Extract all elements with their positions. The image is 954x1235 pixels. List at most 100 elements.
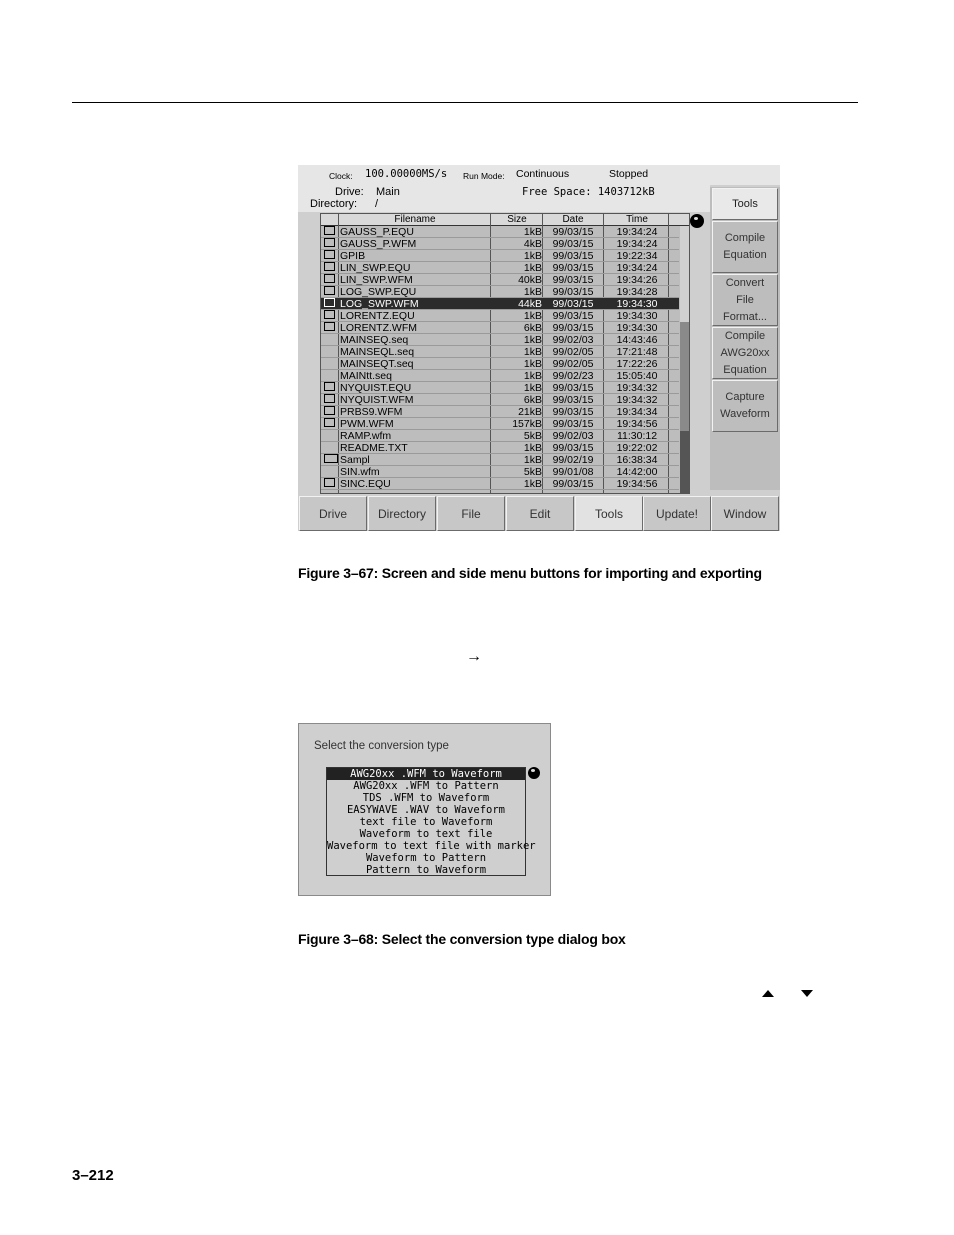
file-row[interactable]: PRBS9.WFM 21kB 99/03/15 19:34:34	[321, 406, 679, 418]
lock-icon	[324, 238, 335, 247]
file-row[interactable]: LIN_SWP.EQU 1kB 99/03/15 19:34:24	[321, 262, 679, 274]
lock-icon	[324, 226, 335, 235]
bottom-button-tools[interactable]: Tools	[575, 496, 643, 531]
file-name: PRBS9.WFM	[340, 406, 403, 418]
bottom-button-window[interactable]: Window	[711, 496, 779, 531]
file-row[interactable]: MAINSEQT.seq 1kB 99/02/05 17:22:26	[321, 358, 679, 370]
file-row[interactable]: GAUSS_P.WFM 4kB 99/03/15 19:34:24	[321, 238, 679, 250]
file-time: 17:21:48	[616, 346, 658, 358]
file-row[interactable]: NYQUIST.WFM 6kB 99/03/15 19:34:32	[321, 394, 679, 406]
file-time: 19:34:56	[616, 418, 658, 430]
file-name: MAINtt.seq	[340, 370, 392, 382]
conversion-option[interactable]: AWG20xx .WFM to Pattern	[327, 780, 525, 792]
file-row[interactable]: Sampl 1kB 99/02/19 16:38:34	[321, 454, 679, 466]
file-time: 19:34:24	[616, 262, 658, 274]
file-row[interactable]: MAINSEQ.seq 1kB 99/02/03 14:43:46	[321, 334, 679, 346]
file-time: 19:22:34	[616, 250, 658, 262]
clock-value: 100.00000MS/s	[365, 168, 448, 180]
file-name: SINC.EQU	[340, 478, 391, 490]
file-time: 11:30:12	[616, 430, 658, 442]
bottom-button-file[interactable]: File	[437, 496, 505, 531]
file-size: 1kB	[523, 454, 542, 466]
folder-icon	[324, 454, 338, 463]
file-row[interactable]: RAMP.wfm 5kB 99/02/03 11:30:12	[321, 430, 679, 442]
bottom-menu: Drive Directory File Edit Tools Update! Window	[298, 496, 780, 531]
file-name: README.TXT	[340, 442, 408, 454]
header-rule	[72, 102, 858, 103]
conversion-option[interactable]: text file to Waveform	[327, 816, 525, 828]
file-date: 99/03/15	[552, 310, 594, 322]
file-date: 99/02/03	[552, 430, 594, 442]
file-row[interactable]: MAINSEQL.seq 1kB 99/02/05 17:21:48	[321, 346, 679, 358]
side-button-convert-file-format[interactable]: Convert File Format...	[712, 274, 778, 326]
file-row[interactable]: LOG_SWP.EQU 1kB 99/03/15 19:34:28	[321, 286, 679, 298]
conversion-type-list[interactable]: AWG20xx .WFM to Waveform AWG20xx .WFM to …	[326, 767, 536, 876]
side-menu: Tools Compile Equation Convert File Forma…	[710, 187, 780, 490]
file-time: 19:34:24	[616, 238, 658, 250]
file-row[interactable]: PWM.WFM 157kB 99/03/15 19:34:56	[321, 418, 679, 430]
conversion-option[interactable]: EASYWAVE .WAV to Waveform	[327, 804, 525, 816]
file-row[interactable]: SIN.wfm 5kB 99/01/08 14:42:00	[321, 466, 679, 478]
file-row[interactable]: MAINtt.seq 1kB 99/02/23 15:05:40	[321, 370, 679, 382]
side-button-capture-waveform[interactable]: Capture Waveform	[712, 380, 778, 432]
file-date: 99/02/03	[552, 334, 594, 346]
lock-icon	[324, 478, 335, 487]
file-size: 4kB	[523, 238, 542, 250]
file-date: 99/01/08	[552, 466, 594, 478]
run-state: Stopped	[609, 168, 649, 180]
conversion-option[interactable]: AWG20xx .WFM to Waveform	[327, 768, 525, 780]
general-purpose-knob-icon	[528, 767, 540, 779]
col-date[interactable]: Date	[544, 214, 602, 225]
file-size: 1kB	[523, 358, 542, 370]
file-time: 19:34:30	[616, 298, 658, 310]
directory-value: /	[375, 198, 379, 210]
conversion-option[interactable]: Waveform to text file	[327, 828, 525, 840]
file-row[interactable]: LOG_SWP.WFM 44kB 99/03/15 19:34:30	[321, 298, 679, 310]
conversion-option[interactable]: Waveform to Pattern	[327, 852, 525, 864]
file-date: 99/03/15	[552, 322, 594, 334]
lock-icon	[324, 310, 335, 319]
file-name: LIN_SWP.EQU	[340, 262, 411, 274]
bottom-button-edit[interactable]: Edit	[506, 496, 574, 531]
file-date: 99/03/15	[552, 394, 594, 406]
lock-icon	[324, 406, 335, 415]
file-row[interactable]: GAUSS_P.EQU 1kB 99/03/15 19:34:24	[321, 226, 679, 238]
bottom-button-update[interactable]: Update!	[643, 496, 711, 531]
col-time[interactable]: Time	[605, 214, 669, 225]
conversion-option[interactable]: Pattern to Waveform	[327, 864, 525, 876]
file-date: 99/03/15	[552, 442, 594, 454]
file-row[interactable]: GPIB 1kB 99/03/15 19:22:34	[321, 250, 679, 262]
lock-icon	[324, 382, 335, 391]
file-row[interactable]: README.TXT 1kB 99/03/15 19:22:02	[321, 442, 679, 454]
bottom-button-drive[interactable]: Drive	[299, 496, 367, 531]
col-size[interactable]: Size	[492, 214, 542, 225]
file-name: MAINSEQ.seq	[340, 334, 409, 346]
file-size: 1kB	[523, 334, 542, 346]
file-time: 19:34:30	[616, 310, 658, 322]
side-button-compile-awg20xx-equation[interactable]: Compile AWG20xx Equation	[712, 327, 778, 379]
file-date: 99/03/15	[552, 286, 594, 298]
col-filename[interactable]: Filename	[340, 214, 490, 225]
file-row[interactable]: LIN_SWP.WFM 40kB 99/03/15 19:34:26	[321, 274, 679, 286]
file-date: 99/03/15	[552, 250, 594, 262]
file-size: 1kB	[523, 250, 542, 262]
figure-caption-3-67: Figure 3–67: Screen and side menu button…	[298, 565, 762, 581]
file-time: 19:34:26	[616, 274, 658, 286]
conversion-option[interactable]: TDS .WFM to Waveform	[327, 792, 525, 804]
file-size: 5kB	[523, 466, 542, 478]
file-row[interactable]: LORENTZ.EQU 1kB 99/03/15 19:34:30	[321, 310, 679, 322]
file-row[interactable]: LORENTZ.WFM 6kB 99/03/15 19:34:30	[321, 322, 679, 334]
file-list[interactable]: Filename Size Date Time GAUSS_P.EQU 1kB 99…	[320, 213, 690, 494]
arrow-glyph: →	[466, 648, 482, 665]
file-list-scrollbar[interactable]	[680, 226, 689, 493]
side-button-compile-equation[interactable]: Compile Equation	[712, 221, 778, 273]
bottom-button-directory[interactable]: Directory	[368, 496, 436, 531]
scrollbar-thumb[interactable]	[680, 226, 689, 322]
file-name: LIN_SWP.WFM	[340, 274, 413, 286]
file-name: PWM.WFM	[340, 418, 394, 430]
directory-label: Directory:	[310, 198, 358, 210]
file-row[interactable]: NYQUIST.EQU 1kB 99/03/15 19:34:32	[321, 382, 679, 394]
conversion-option[interactable]: Waveform to text file with marker	[327, 840, 536, 852]
status-bar: Clock: 100.00000MS/s Run Mode: Continuou…	[298, 165, 780, 185]
file-row[interactable]: SINC.EQU 1kB 99/03/15 19:34:56	[321, 478, 679, 490]
